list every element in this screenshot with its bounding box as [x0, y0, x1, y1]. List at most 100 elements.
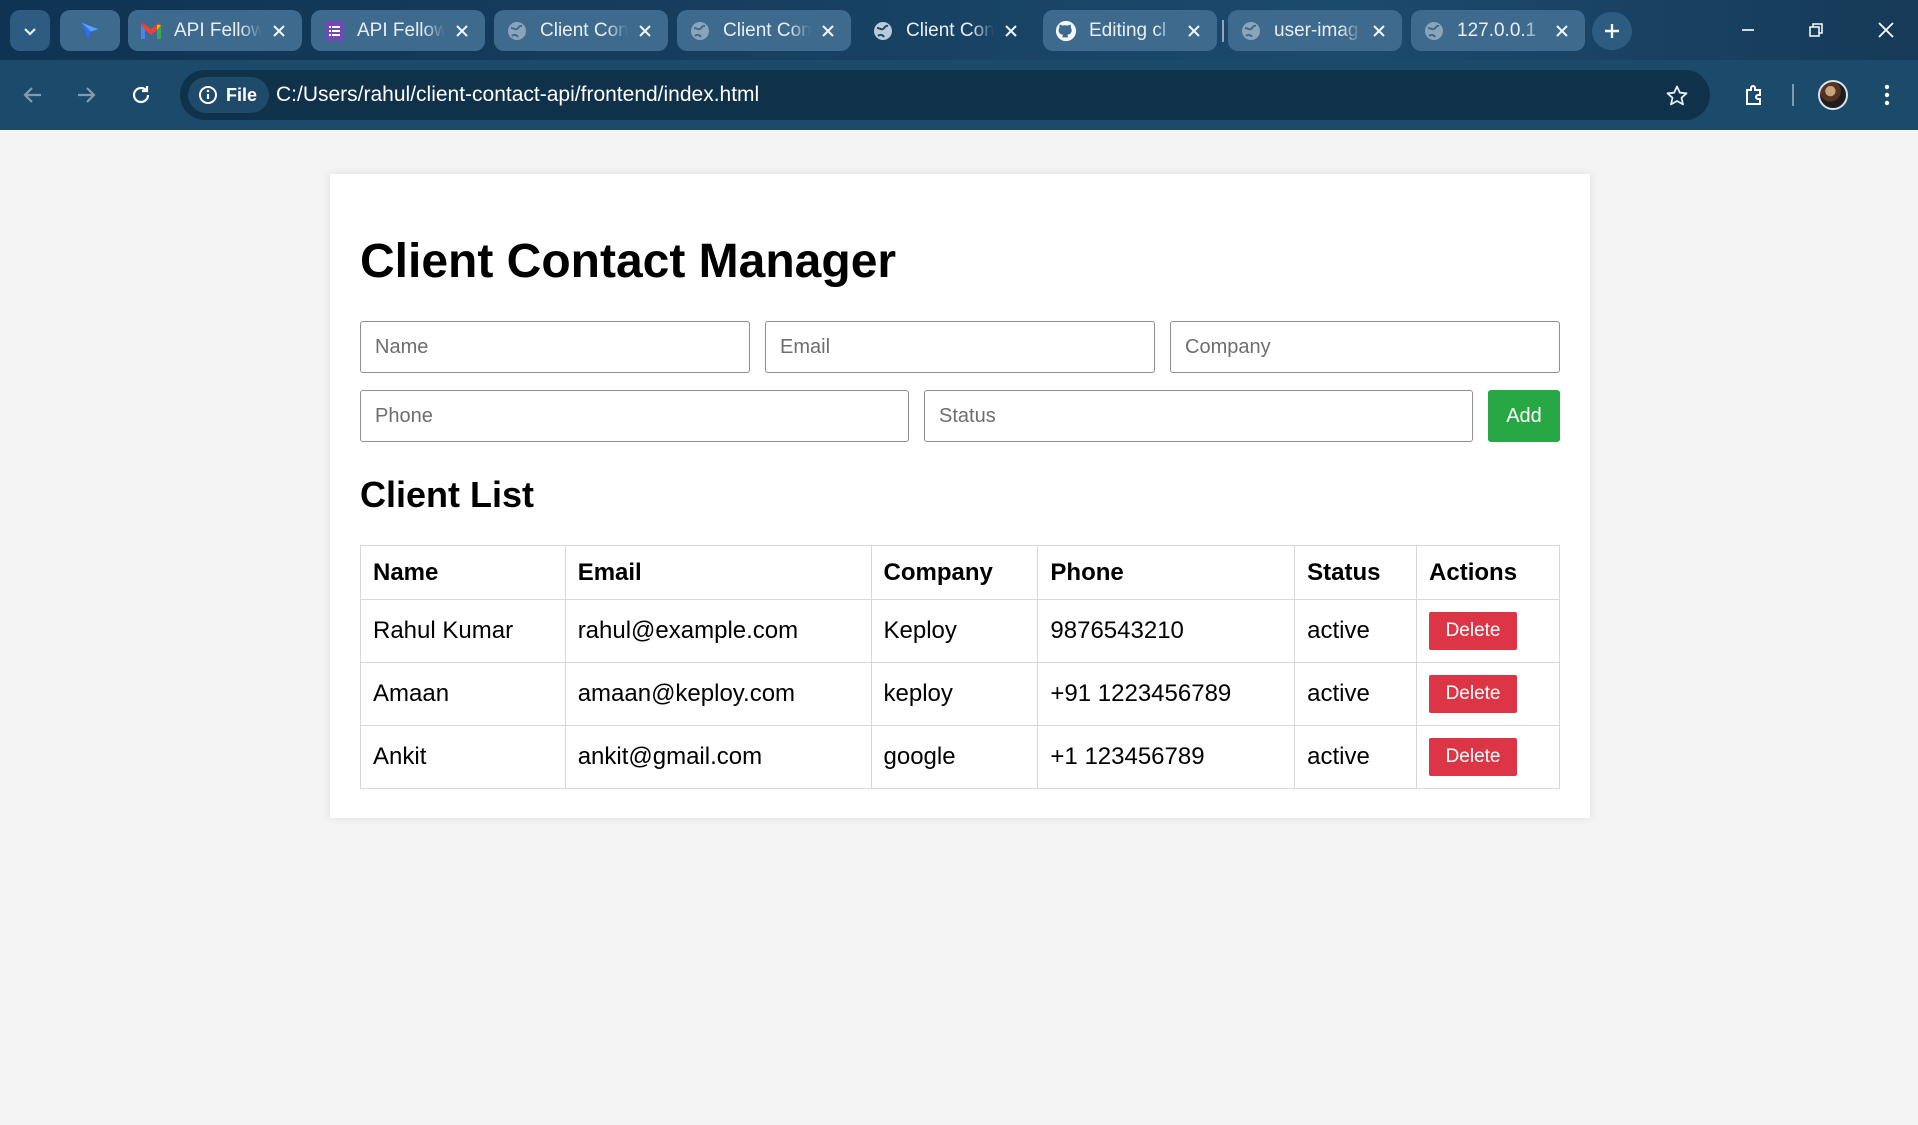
close-icon[interactable] [634, 20, 656, 42]
close-icon[interactable] [451, 20, 473, 42]
cell-phone: +91 1223456789 [1037, 662, 1296, 726]
cell-phone: 9876543210 [1037, 599, 1296, 663]
new-tab-button[interactable] [1592, 12, 1632, 50]
tab-title: Editing cl [1089, 19, 1167, 41]
status-input[interactable] [924, 390, 1473, 442]
page-viewport: Client Contact Manager Add Client List N… [0, 130, 1918, 1125]
close-icon[interactable] [1368, 20, 1390, 42]
globe-icon [872, 20, 894, 42]
globe-icon [1423, 20, 1445, 42]
address-bar[interactable]: File C:/Users/rahul/client-contact-api/f… [180, 70, 1710, 120]
tab-strip: API Fellow API Fellow Client Cont Client… [0, 0, 1918, 60]
profile-avatar[interactable] [1818, 80, 1848, 110]
bookmark-button[interactable] [1660, 79, 1694, 113]
table-row: Ankit ankit@gmail.com google +1 12345678… [360, 725, 1560, 789]
cell-email: rahul@example.com [564, 599, 872, 663]
gmail-icon [140, 20, 162, 42]
globe-icon [1240, 20, 1262, 42]
close-icon[interactable] [268, 20, 290, 42]
minimize-button[interactable] [1726, 10, 1770, 50]
forms-icon [323, 20, 345, 42]
cell-actions: Delete [1416, 599, 1560, 663]
tab-pinned[interactable] [60, 10, 120, 51]
client-table: Name Email Company Phone Status Actions … [360, 545, 1560, 789]
tab-title: API Fellow [357, 19, 445, 41]
close-window-button[interactable] [1864, 10, 1908, 50]
cell-company: google [870, 725, 1039, 789]
cell-company: Keploy [870, 599, 1039, 663]
close-icon[interactable] [1000, 20, 1022, 42]
page-title: Client Contact Manager [360, 235, 897, 288]
tab-localhost[interactable]: 127.0.0.1 [1411, 10, 1585, 51]
tab-title: 127.0.0.1 [1457, 19, 1537, 41]
name-input[interactable] [360, 321, 750, 373]
scheme-label: File [226, 84, 258, 105]
column-header-status: Status [1294, 545, 1418, 600]
close-icon[interactable] [817, 20, 839, 42]
delete-button[interactable]: Delete [1429, 612, 1518, 650]
tab-title: Client Cont [906, 19, 994, 41]
tab-separator [1222, 20, 1224, 42]
tab-title: Client Cont [723, 19, 811, 41]
column-header-actions: Actions [1416, 545, 1560, 600]
cell-email: amaan@keploy.com [564, 662, 872, 726]
globe-icon [689, 20, 711, 42]
github-icon [1055, 20, 1077, 42]
chevron-down-icon [24, 27, 36, 36]
cell-status: active [1294, 599, 1418, 663]
cell-company: keploy [870, 662, 1039, 726]
plus-icon [1605, 24, 1619, 38]
tab-title: Client Cont [540, 19, 628, 41]
toolbar-separator [1792, 84, 1794, 106]
cell-status: active [1294, 662, 1418, 726]
company-input[interactable] [1170, 321, 1560, 373]
email-input[interactable] [765, 321, 1155, 373]
kebab-menu-icon [1884, 84, 1890, 106]
app-container: Client Contact Manager Add Client List N… [330, 174, 1590, 818]
tab-api-fellow-gmail[interactable]: API Fellow [128, 10, 302, 51]
back-button[interactable] [12, 74, 54, 116]
tab-search-button[interactable] [10, 10, 50, 51]
delete-button[interactable]: Delete [1429, 738, 1518, 776]
restore-button[interactable] [1794, 10, 1838, 50]
minimize-icon [1742, 29, 1754, 31]
phone-input[interactable] [360, 390, 909, 442]
delete-button[interactable]: Delete [1429, 675, 1518, 713]
table-row: Rahul Kumar rahul@example.com Keploy 987… [360, 599, 1560, 663]
site-info-chip[interactable]: File [188, 77, 270, 113]
tab-title: API Fellow [174, 19, 262, 41]
cell-actions: Delete [1416, 662, 1560, 726]
url-text: C:/Users/rahul/client-contact-api/fronte… [276, 83, 760, 106]
cell-name: Amaan [360, 662, 566, 726]
tab-client-contact-1[interactable]: Client Cont [494, 10, 668, 51]
cell-phone: +1 123456789 [1037, 725, 1296, 789]
reload-icon [132, 86, 150, 104]
tab-client-contact-2[interactable]: Client Cont [677, 10, 851, 51]
cell-status: active [1294, 725, 1418, 789]
reload-button[interactable] [120, 74, 162, 116]
column-header-name: Name [360, 545, 566, 600]
tab-github-editing[interactable]: Editing cl [1043, 10, 1217, 51]
info-icon [199, 86, 217, 104]
puzzle-icon [1746, 85, 1761, 105]
cell-email: ankit@gmail.com [564, 725, 872, 789]
arrow-cursor-icon [79, 20, 101, 42]
tab-client-contact-active[interactable]: Client Cont [860, 10, 1034, 51]
add-button[interactable]: Add [1488, 390, 1560, 442]
tab-api-fellow-forms[interactable]: API Fellow [311, 10, 485, 51]
cell-name: Rahul Kumar [360, 599, 566, 663]
close-icon [1878, 22, 1894, 38]
close-icon[interactable] [1551, 20, 1573, 42]
table-header-row: Name Email Company Phone Status Actions [360, 545, 1560, 600]
browser-toolbar: File C:/Users/rahul/client-contact-api/f… [0, 60, 1918, 130]
forward-button[interactable] [65, 74, 107, 116]
cell-actions: Delete [1416, 725, 1560, 789]
menu-button[interactable] [1866, 74, 1908, 116]
extensions-button[interactable] [1734, 74, 1776, 116]
star-icon [1666, 85, 1688, 106]
table-row: Amaan amaan@keploy.com keploy +91 122345… [360, 662, 1560, 726]
column-header-company: Company [870, 545, 1039, 600]
globe-icon [506, 20, 528, 42]
close-icon[interactable] [1183, 20, 1205, 42]
tab-user-image[interactable]: user-imag [1228, 10, 1402, 51]
